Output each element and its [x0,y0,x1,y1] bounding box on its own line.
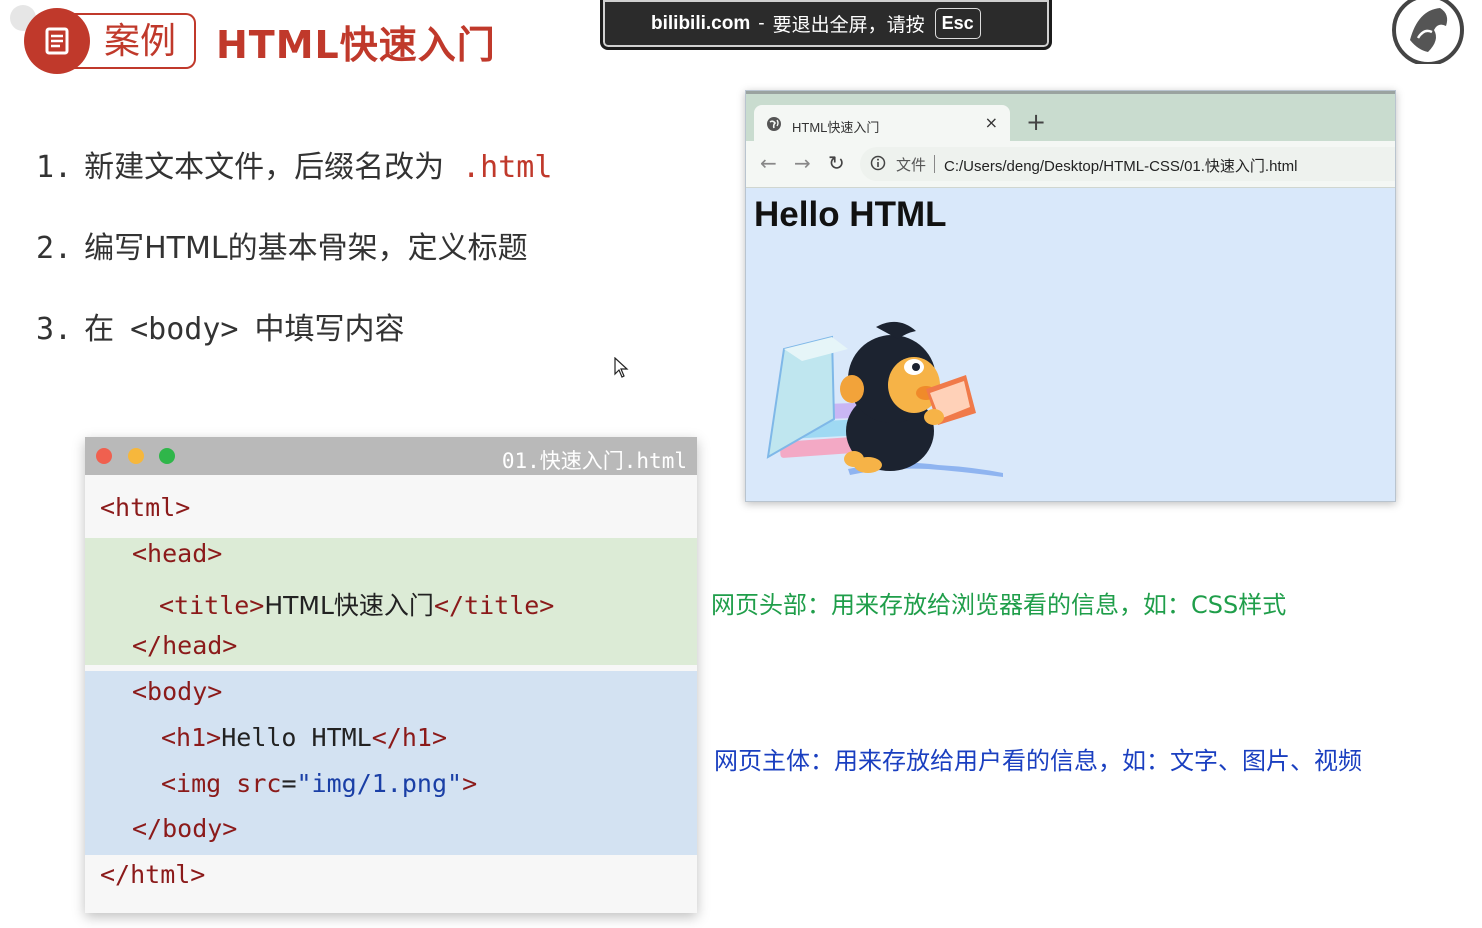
step-number: 1. [36,150,73,185]
page-heading: Hello HTML [754,195,947,234]
esc-key-hint: Esc [934,8,981,39]
code-line-img: <img src="img/1.png"> [161,769,478,798]
monkey-reading-books-illustration [758,309,1008,481]
banner-message: 要退出全屏，请按 [772,15,925,36]
code-line-title: <title>HTML快速入门</title> [159,591,555,620]
fullscreen-exit-banner: bilibili.com - 要退出全屏，请按 Esc [600,0,1052,50]
code-line-head-close: </head> [132,631,238,660]
url-text[interactable]: C:/Users/deng/Desktop/HTML-CSS/01.快速入门.h… [944,155,1297,176]
step-number: 2. [36,231,73,266]
new-tab-button[interactable]: + [1026,110,1046,134]
browser-tab[interactable]: HTML快速入门 × [754,105,1010,144]
step-3: 3. 在 <body> 中填写内容 [36,304,405,348]
mouse-pointer-icon [614,356,630,379]
close-window-button[interactable] [96,448,112,464]
code-line-html-close: </html> [100,860,206,889]
step-suffix: 中填写内容 [254,312,405,347]
code-line-head-open: <head> [132,539,223,568]
browser-toolbar: ← → ↻ 文件 C:/Users/deng/Desktop/HTML-CSS/… [746,141,1395,188]
step-code: .html [462,150,553,185]
minimize-window-button[interactable] [128,448,144,464]
head-annotation: 网页头部：用来存放给浏览器看的信息，如：CSS样式 [711,591,1287,619]
url-divider [934,155,935,173]
tab-close-icon[interactable]: × [985,113,998,132]
code-line-body-open: <body> [132,677,223,706]
info-icon[interactable] [870,155,886,171]
step-2: 2. 编写HTML的基本骨架，定义标题 [36,223,528,267]
step-number: 3. [36,312,73,347]
body-annotation: 网页主体：用来存放给用户看的信息，如：文字、图片、视频 [714,747,1362,775]
code-line-body-close: </body> [132,814,238,843]
forward-arrow-icon[interactable]: → [794,151,811,175]
url-scheme-label: 文件 [896,156,927,174]
code-line-h1: <h1>Hello HTML</h1> [161,723,447,752]
code-editor-window: 01.快速入门.html <html> <head> <title>HTML快速… [85,437,697,913]
globe-icon [766,116,782,132]
step-text: 新建文本文件，后缀名改为 [84,150,445,185]
reload-icon[interactable]: ↻ [828,151,845,175]
channel-logo-icon [1388,0,1468,66]
banner-site: bilibili.com [651,12,751,34]
maximize-window-button[interactable] [159,448,175,464]
address-bar[interactable]: 文件 C:/Users/deng/Desktop/HTML-CSS/01.快速入… [860,147,1395,181]
back-arrow-icon[interactable]: ← [760,151,777,175]
code-line-html-open: <html> [100,493,191,522]
document-icon [24,8,90,74]
editor-titlebar: 01.快速入门.html [85,437,697,475]
tab-title: HTML快速入门 [792,120,880,135]
step-1: 1. 新建文本文件，后缀名改为 .html [36,142,552,186]
step-code: <body> [130,312,239,347]
step-prefix: 在 [84,312,115,347]
banner-separator: - [758,12,765,34]
browser-window: HTML快速入门 × + ← → ↻ 文件 C:/Users/deng/Desk… [745,90,1396,502]
editor-filename: 01.快速入门.html [501,449,687,473]
page-title: HTML快速入门 [216,23,496,67]
step-text: 编写HTML的基本骨架，定义标题 [84,231,528,266]
browser-tabstrip: HTML快速入门 × + [746,91,1395,144]
case-badge-label: 案例 [104,21,177,62]
